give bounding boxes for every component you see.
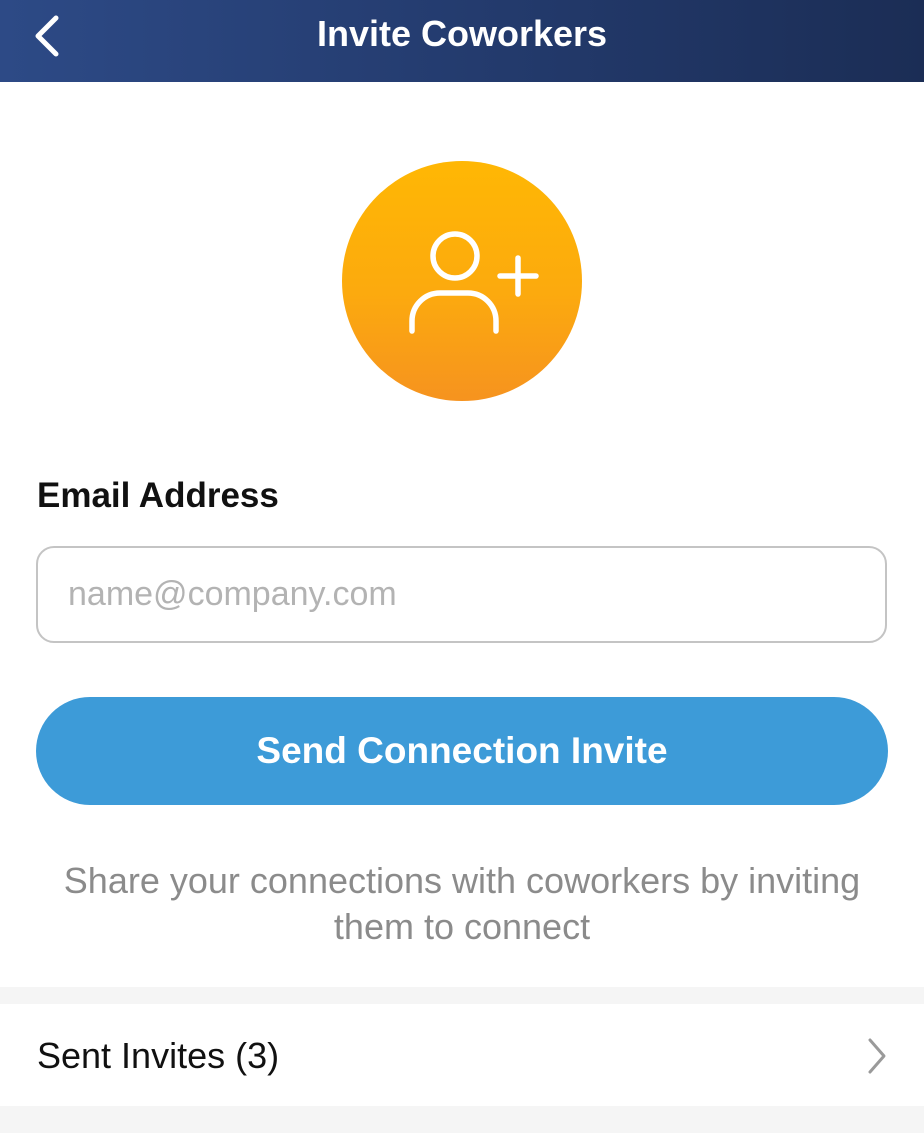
add-user-icon xyxy=(409,231,539,334)
email-input[interactable] xyxy=(36,546,887,643)
section-divider xyxy=(0,987,924,1004)
chevron-right-icon xyxy=(868,1038,886,1074)
sent-invites-row[interactable]: Sent Invites (3) xyxy=(0,1004,924,1106)
send-invite-button[interactable]: Send Connection Invite xyxy=(36,697,888,805)
add-user-avatar xyxy=(342,161,582,401)
invite-coworkers-screen: Invite Coworkers Email Address Send Conn… xyxy=(0,0,924,1133)
bottom-divider xyxy=(0,1106,924,1133)
header-bar: Invite Coworkers xyxy=(0,0,924,82)
helper-text: Share your connections with coworkers by… xyxy=(63,860,861,947)
page-title: Invite Coworkers xyxy=(316,13,608,54)
email-label: Email Address xyxy=(37,476,279,515)
send-invite-label: Send Connection Invite xyxy=(256,730,668,771)
sent-invites-label: Sent Invites (3) xyxy=(37,1035,280,1076)
